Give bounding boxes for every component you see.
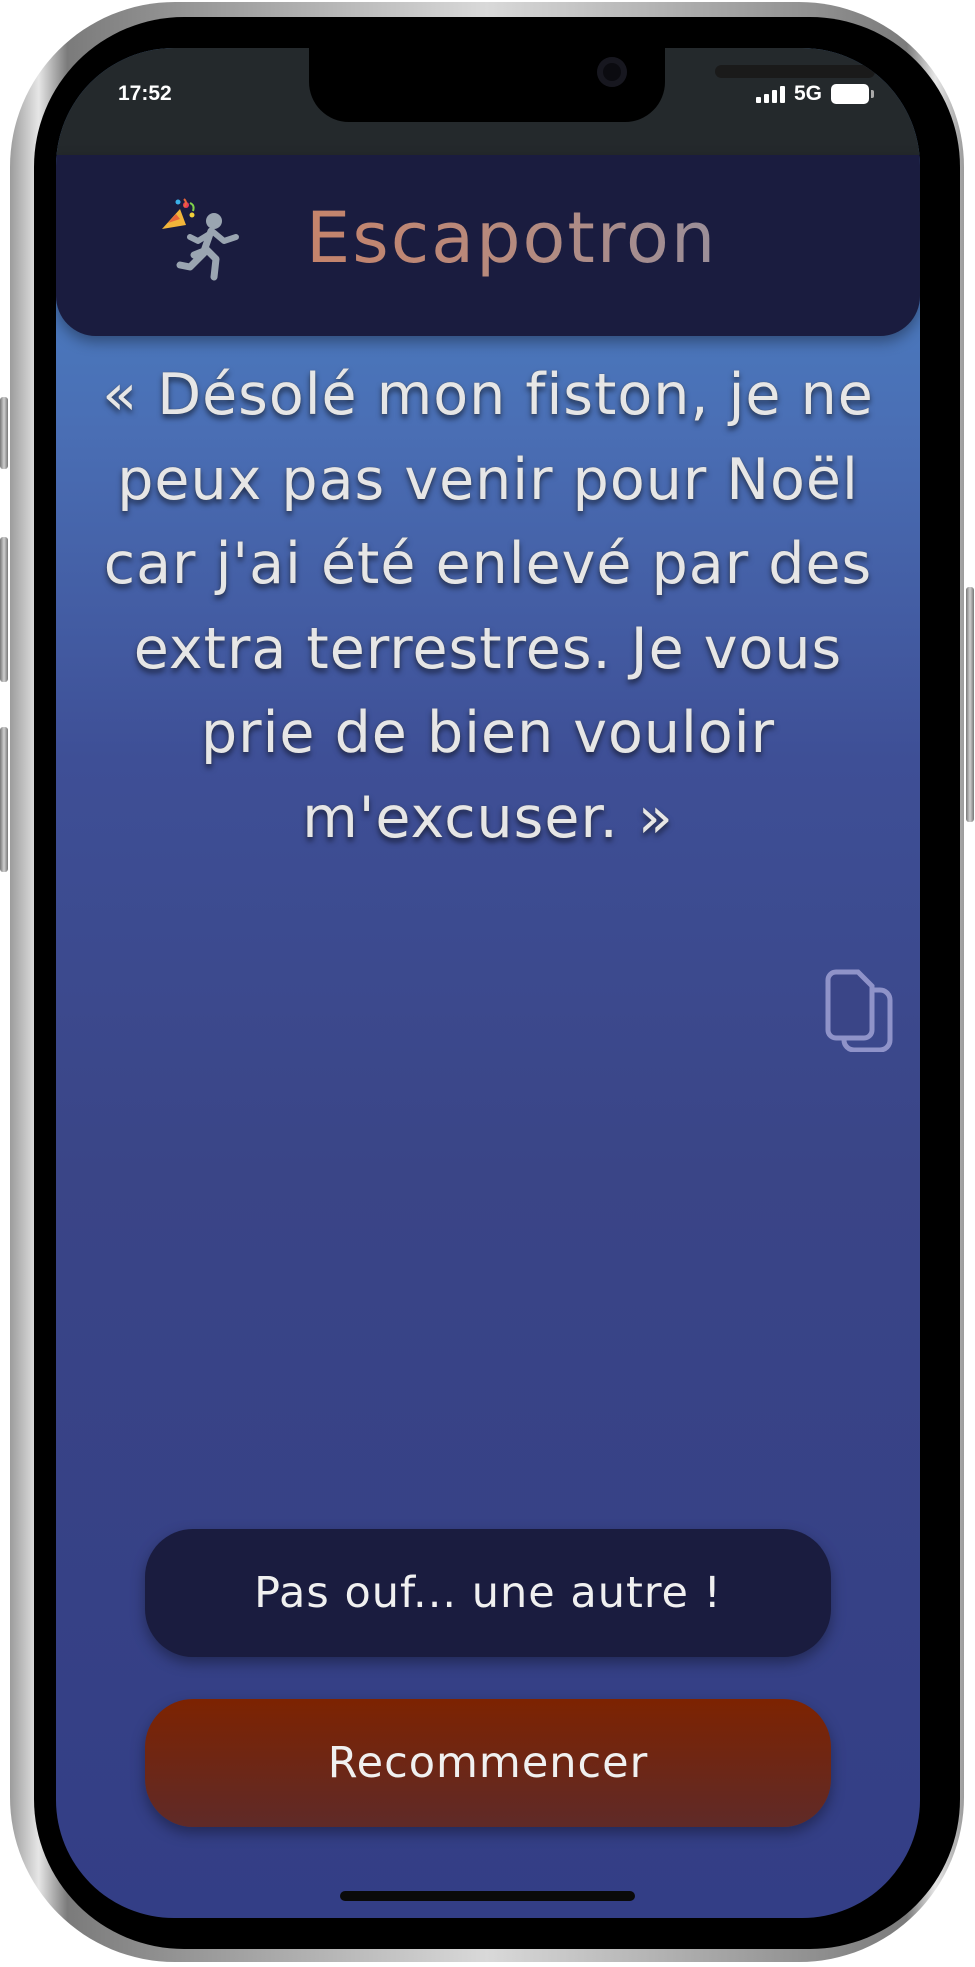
status-bar: 17:52 5G [56, 48, 920, 155]
excuse-text: « Désolé mon fiston, je ne peux pas veni… [102, 362, 874, 851]
status-indicators: 5G [756, 82, 875, 106]
another-excuse-button[interactable]: Pas ouf... une autre ! [145, 1529, 831, 1657]
earpiece-speaker [715, 65, 875, 78]
app-header: Escapotron [56, 155, 920, 336]
phone-volume-down-button [0, 727, 8, 872]
app-title: Escapotron [306, 197, 718, 279]
phone-power-button [966, 587, 974, 822]
battery-icon [831, 84, 875, 104]
front-camera-icon [597, 57, 627, 87]
home-indicator[interactable] [340, 1891, 635, 1901]
network-type: 5G [794, 82, 823, 105]
phone-screen: 17:52 5G Escapotron « Désolé mon fiston,… [56, 48, 920, 1918]
cellular-signal-icon [756, 85, 785, 103]
phone-volume-up-button [0, 537, 8, 682]
restart-button[interactable]: Recommencer [145, 1699, 831, 1827]
status-time: 17:52 [118, 82, 172, 105]
party-popper-running-person-icon [162, 198, 239, 281]
phone-action-button [0, 397, 8, 469]
copy-icon[interactable] [822, 968, 894, 1052]
dynamic-island [309, 48, 875, 122]
